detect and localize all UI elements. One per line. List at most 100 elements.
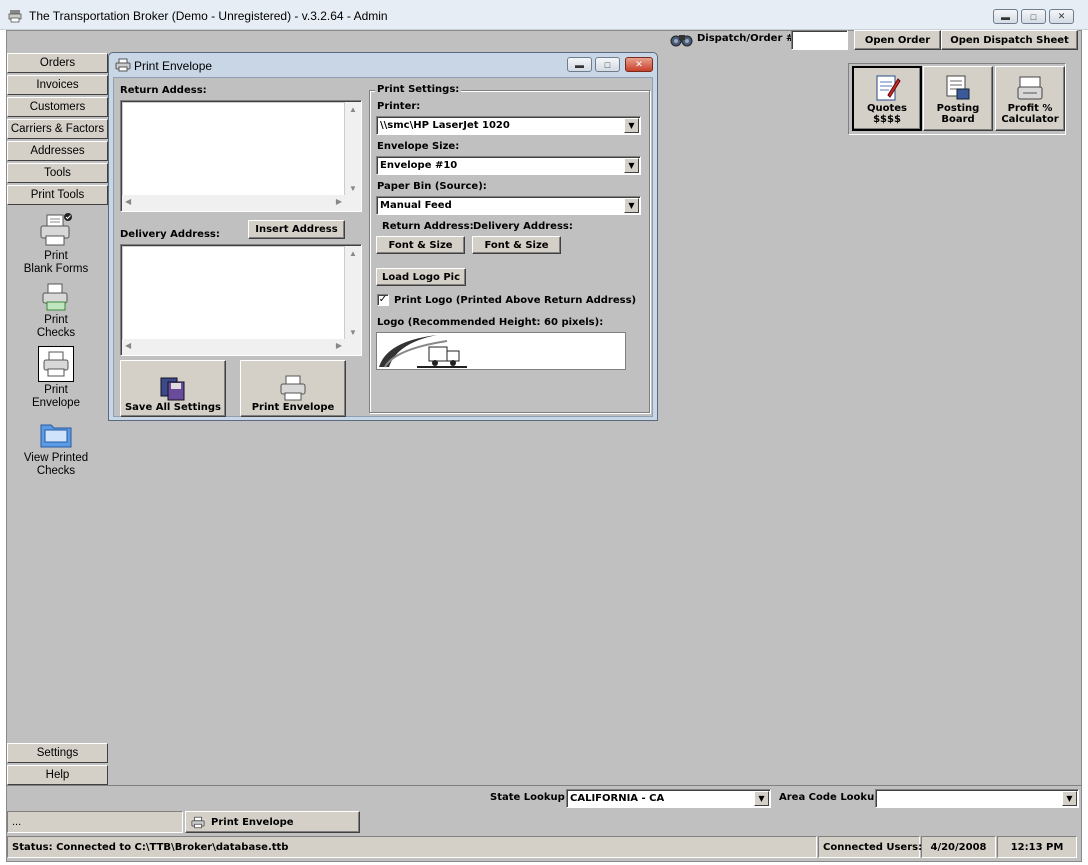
folder-icon <box>40 424 72 448</box>
save-disks-icon <box>160 377 185 401</box>
print-logo-label: Print Logo (Printed Above Return Address… <box>394 295 637 306</box>
return-address-textarea[interactable] <box>122 102 345 196</box>
dropdown-arrow-icon: ▼ <box>624 158 639 173</box>
state-lookup-value: CALIFORNIA - CA <box>570 793 665 804</box>
posting-sublabel: Board <box>941 113 975 125</box>
dialog-minimize-button[interactable]: ▬ <box>567 57 592 72</box>
nav-carriers-factors[interactable]: Carriers & Factors <box>7 119 108 139</box>
dialog-title: Print Envelope <box>134 59 213 73</box>
envelope-size-select[interactable]: Envelope #10 ▼ <box>376 156 641 175</box>
maximize-icon: □ <box>1030 11 1037 22</box>
minimize-icon: ▬ <box>1001 11 1010 22</box>
close-icon: ✕ <box>635 59 643 69</box>
tool-label-line2: Checks <box>36 465 76 477</box>
dropdown-arrow-icon: ▼ <box>1062 791 1077 806</box>
printer-value: \\smc\HP LaserJet 1020 <box>380 120 510 131</box>
dispatch-order-input[interactable] <box>791 30 848 50</box>
save-all-settings-button[interactable]: Save All Settings <box>120 360 226 417</box>
dropdown-arrow-icon: ▼ <box>754 791 769 806</box>
tool-label-line1: Print <box>44 314 68 326</box>
scroll-right-icon: ▶ <box>335 197 342 206</box>
delivery-address-box: ▲ ▼ ◀ ▶ <box>120 244 362 356</box>
tool-print-blank-forms[interactable]: Print Blank Forms <box>7 212 105 276</box>
delivery-font-size-button[interactable]: Font & Size <box>472 236 561 254</box>
printer-icon <box>280 375 306 401</box>
print-logo-checkbox[interactable]: ✓ <box>377 294 389 306</box>
profit-sublabel: Calculator <box>1001 113 1059 125</box>
status-date: 4/20/2008 <box>921 836 996 858</box>
connected-users: Connected Users: 5 <box>818 836 933 858</box>
return-address-font-label: Return Address: <box>382 221 474 232</box>
load-logo-button[interactable]: Load Logo Pic <box>376 268 466 286</box>
delivery-address-font-label: Delivery Address: <box>473 221 573 232</box>
nav-print-tools[interactable]: Print Tools <box>7 185 108 205</box>
return-font-size-button[interactable]: Font & Size <box>376 236 465 254</box>
tool-label-line1: View Printed <box>23 452 89 464</box>
tool-print-checks[interactable]: Print Checks <box>7 282 105 340</box>
task-label: Print Envelope <box>211 816 294 828</box>
area-code-lookup-select[interactable]: ▼ <box>875 789 1079 808</box>
tool-print-envelope[interactable]: Print Envelope <box>7 346 105 410</box>
open-order-button[interactable]: Open Order <box>854 30 941 50</box>
return-address-box: ▲ ▼ ◀ ▶ <box>120 100 362 212</box>
tool-view-printed-checks[interactable]: View Printed Checks <box>7 418 105 478</box>
scroll-left-icon: ◀ <box>125 341 132 350</box>
open-dispatch-sheet-button[interactable]: Open Dispatch Sheet <box>941 30 1078 50</box>
nav-customers[interactable]: Customers <box>7 97 108 117</box>
insert-address-button[interactable]: Insert Address <box>248 220 345 239</box>
delivery-address-vscroll[interactable]: ▲ ▼ <box>345 246 360 340</box>
scroll-up-icon: ▲ <box>349 249 357 258</box>
return-address-vscroll[interactable]: ▲ ▼ <box>345 102 360 196</box>
save-all-label: Save All Settings <box>124 402 221 413</box>
profit-calculator-button[interactable]: Profit % Calculator <box>995 66 1065 131</box>
printer-forms-icon <box>40 213 72 246</box>
quotes-icon <box>876 75 901 100</box>
state-lookup-select[interactable]: CALIFORNIA - CA ▼ <box>566 789 771 808</box>
task-dots[interactable]: ... <box>7 811 183 833</box>
dropdown-arrow-icon: ▼ <box>624 118 639 133</box>
nav-tools[interactable]: Tools <box>7 163 108 183</box>
window-title: The Transportation Broker (Demo - Unregi… <box>29 9 388 23</box>
printer-envelope-icon <box>43 351 69 377</box>
calculator-icon <box>1017 76 1043 99</box>
maximize-button[interactable]: □ <box>1021 9 1046 24</box>
nav-addresses[interactable]: Addresses <box>7 141 108 161</box>
close-button[interactable]: ✕ <box>1049 9 1074 24</box>
window-titlebar: The Transportation Broker (Demo - Unregi… <box>0 0 1088 30</box>
printer-select[interactable]: \\smc\HP LaserJet 1020 ▼ <box>376 116 641 135</box>
truck-logo-icon <box>379 335 467 368</box>
delivery-address-hscroll[interactable]: ◀ ▶ <box>122 339 345 354</box>
print-envelope-button[interactable]: Print Envelope <box>240 360 346 417</box>
tool-label-line1: Print <box>44 384 68 396</box>
dialog-maximize-button[interactable]: □ <box>595 57 620 72</box>
scroll-left-icon: ◀ <box>125 197 132 206</box>
return-address-hscroll[interactable]: ◀ ▶ <box>122 195 345 210</box>
app-icon <box>8 10 22 23</box>
dialog-close-button[interactable]: ✕ <box>625 57 653 72</box>
tool-label-line2: Envelope <box>32 397 80 409</box>
nav-invoices[interactable]: Invoices <box>7 75 108 95</box>
posting-board-button[interactable]: Posting Board <box>923 66 993 131</box>
task-print-envelope[interactable]: Print Envelope <box>185 811 360 833</box>
profit-label: Profit % <box>1007 102 1053 114</box>
envelope-size-value: Envelope #10 <box>380 160 458 171</box>
print-envelope-label: Print Envelope <box>251 402 335 413</box>
nav-orders[interactable]: Orders <box>7 53 108 73</box>
minimize-button[interactable]: ▬ <box>993 9 1018 24</box>
quotes-button[interactable]: Quotes $$$$ <box>852 66 922 131</box>
nav-settings[interactable]: Settings <box>7 743 108 763</box>
envelope-size-label: Envelope Size: <box>377 141 460 152</box>
paper-bin-value: Manual Feed <box>380 200 452 211</box>
posting-board-icon <box>946 75 970 99</box>
lookup-divider <box>6 785 1082 786</box>
delivery-address-textarea[interactable] <box>122 246 345 340</box>
delivery-address-label: Delivery Address: <box>120 229 220 240</box>
logo-label: Logo (Recommended Height: 60 pixels): <box>377 317 604 328</box>
tool-label-line2: Checks <box>36 327 76 339</box>
posting-label: Posting <box>936 102 980 114</box>
paper-bin-label: Paper Bin (Source): <box>377 181 487 192</box>
nav-help[interactable]: Help <box>7 765 108 785</box>
paper-bin-select[interactable]: Manual Feed ▼ <box>376 196 641 215</box>
dropdown-arrow-icon: ▼ <box>624 198 639 213</box>
scroll-down-icon: ▼ <box>349 184 357 193</box>
